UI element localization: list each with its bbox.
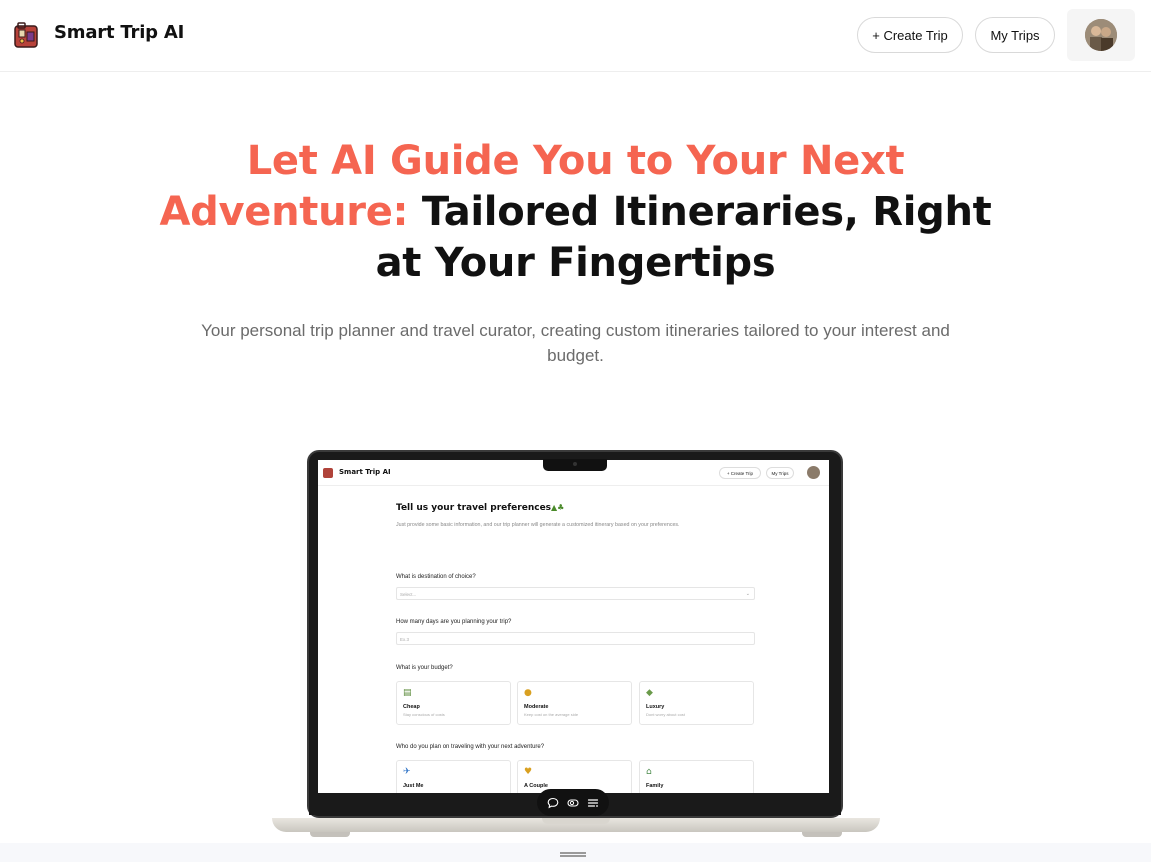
- mockup-create-trip-button: + Create Trip: [719, 467, 761, 479]
- card-title: Luxury: [646, 704, 665, 710]
- luxury-icon: ◆: [646, 688, 653, 698]
- mockup-traveler-family-card: ⌂ Family: [639, 760, 754, 793]
- laptop-foot-left: [310, 832, 350, 837]
- laptop-base: [272, 818, 880, 832]
- mockup-budget-cheap-card: ▤ Cheap Stay conscious of costs: [396, 681, 511, 725]
- mockup-days-placeholder: Ex.3: [400, 637, 410, 642]
- money-icon: ▤: [403, 688, 412, 698]
- card-desc: Dont worry about cost: [646, 712, 685, 717]
- airplane-icon: ✈: [403, 767, 411, 777]
- top-navbar: Smart Trip AI + Create Trip My Trips: [0, 0, 1151, 72]
- card-desc: Keep cost on the average side: [524, 712, 579, 717]
- card-title: Just Me: [403, 783, 424, 789]
- create-trip-button[interactable]: + Create Trip: [857, 17, 963, 53]
- mockup-budget-moderate-card: ● Moderate Keep cost on the average side: [517, 681, 632, 725]
- drag-handle-icon[interactable]: [560, 852, 586, 857]
- laptop-trackpad-lip: [542, 818, 610, 824]
- mockup-logo-icon: [323, 468, 333, 478]
- mockup-budget-label: What is your budget?: [396, 665, 453, 671]
- hero-subtitle: Your personal trip planner and travel cu…: [201, 321, 950, 365]
- suitcase-logo-icon[interactable]: [12, 21, 42, 49]
- chevron-down-icon: ⌄: [745, 591, 750, 597]
- laptop-foot-right: [802, 832, 842, 837]
- mockup-destination-label: What is destination of choice?: [396, 574, 476, 580]
- brand-name[interactable]: Smart Trip AI: [54, 22, 184, 43]
- mockup-destination-select: Select... ⌄: [396, 587, 755, 600]
- menu-list-icon[interactable]: [586, 796, 600, 810]
- avatar[interactable]: [1085, 19, 1117, 51]
- money-bag-icon: ●: [524, 688, 532, 698]
- camera-icon: [573, 462, 577, 466]
- laptop-screen-mockup: Smart Trip AI + Create Trip My Trips Tel…: [318, 460, 829, 793]
- house-icon: ⌂: [646, 767, 652, 777]
- user-menu[interactable]: [1067, 9, 1135, 61]
- mockup-page-subtitle: Just provide some basic information, and…: [396, 522, 680, 528]
- mockup-my-trips-button: My Trips: [766, 467, 794, 479]
- mockup-destination-placeholder: Select...: [400, 592, 417, 597]
- mockup-days-label: How many days are you planning your trip…: [396, 619, 512, 625]
- mockup-budget-luxury-card: ◆ Luxury Dont worry about cost: [639, 681, 754, 725]
- card-title: Cheap: [403, 704, 420, 710]
- mockup-avatar: [807, 466, 820, 479]
- card-title: Moderate: [524, 704, 549, 710]
- mockup-page-title: Tell us your travel preferences: [396, 503, 552, 513]
- floating-toolbar: [537, 789, 609, 816]
- mockup-traveler-solo-card: ✈ Just Me: [396, 760, 511, 793]
- couple-icon: ♥: [524, 767, 533, 777]
- card-title: A Couple: [524, 783, 548, 789]
- card-title: Family: [646, 783, 664, 789]
- mockup-travelers-label: Who do you plan on traveling with your n…: [396, 744, 545, 750]
- my-trips-button[interactable]: My Trips: [975, 17, 1055, 53]
- laptop-notch: [543, 459, 607, 471]
- mockup-brand-name: Smart Trip AI: [339, 468, 391, 476]
- hero-title-rest: Tailored Itineraries, Right at Your Fing…: [375, 189, 992, 286]
- card-desc: Stay conscious of costs: [403, 712, 445, 717]
- toggle-icon[interactable]: [566, 796, 580, 810]
- hero-title: Let AI Guide You to Your Next Adventure:…: [150, 136, 1001, 289]
- mountain-palm-icon: ▲♣: [551, 503, 565, 512]
- mockup-days-input: Ex.3: [396, 632, 755, 645]
- chat-bubble-icon[interactable]: [546, 796, 560, 810]
